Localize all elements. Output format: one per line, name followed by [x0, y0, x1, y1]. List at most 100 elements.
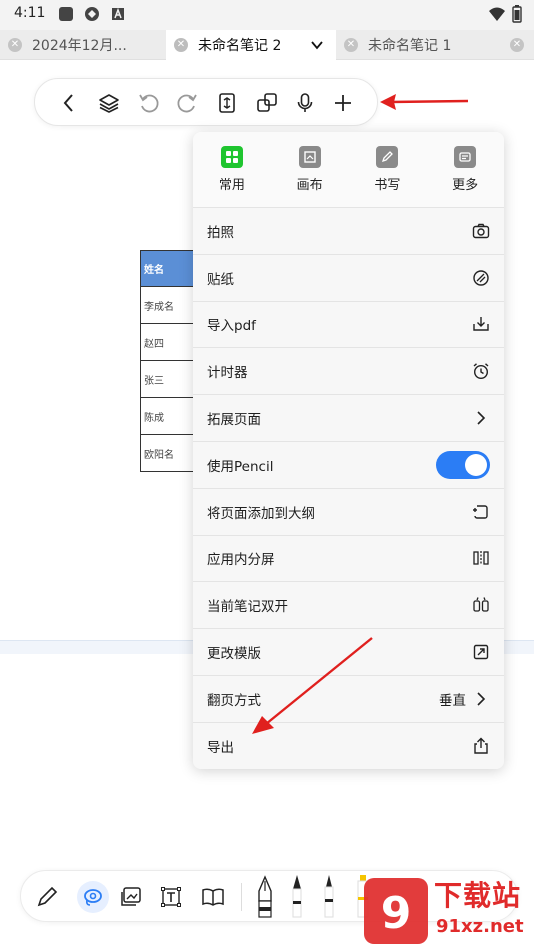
canvas-icon: [298, 146, 321, 168]
ballpoint-pen-icon: [292, 875, 302, 918]
menu-item-sticker[interactable]: 贴纸: [193, 254, 504, 302]
back-button[interactable]: [57, 91, 81, 115]
layers-button[interactable]: [97, 91, 121, 115]
chevron-down-icon[interactable]: [310, 38, 324, 52]
copy-button[interactable]: [255, 91, 279, 115]
close-icon[interactable]: ✕: [344, 38, 358, 52]
fountain-pen-icon: [258, 875, 272, 918]
toggle-knob: [465, 453, 487, 476]
tab-untitled-2[interactable]: ✕ 未命名笔记 2: [166, 30, 336, 60]
fountain-pen-button[interactable]: [253, 875, 277, 919]
menu-item-import-pdf[interactable]: 导入pdf: [193, 301, 504, 349]
menu-item-extend-page[interactable]: 拓展页面: [193, 395, 504, 442]
import-icon: [473, 317, 489, 332]
table-row: 欧阳名: [141, 435, 200, 472]
text-box-icon: [161, 887, 181, 907]
alarm-icon: [473, 363, 489, 380]
menu-item-add-to-outline[interactable]: 将页面添加到大纲: [193, 488, 504, 536]
pencil-toggle[interactable]: [436, 450, 490, 479]
menu-item-use-pencil[interactable]: 使用Pencil: [193, 441, 504, 489]
redo-icon: [177, 94, 197, 113]
outline-add-icon: [473, 504, 488, 519]
menu-item-label: 导入pdf: [207, 318, 256, 335]
undo-button[interactable]: [137, 91, 161, 115]
tab-overflow[interactable]: ✕: [502, 30, 534, 60]
ballpoint-pen-button[interactable]: [287, 873, 311, 919]
status-time: 4:11: [14, 5, 46, 21]
svg-text:9: 9: [381, 888, 412, 939]
menu-item-dual-open[interactable]: 当前笔记双开: [193, 582, 504, 630]
menu-item-label: 拍照: [207, 224, 234, 241]
menu-item-label: 使用Pencil: [207, 458, 274, 475]
page-button[interactable]: [215, 91, 239, 115]
camera-icon: [472, 223, 490, 239]
watermark: 9 下载站 91xz.net: [356, 872, 534, 950]
menu-item-label: 导出: [207, 740, 234, 757]
table-row: 张三: [141, 361, 200, 398]
layers-icon: [99, 94, 119, 113]
watermark-url: 91xz.net: [436, 916, 524, 937]
menu-item-label: 应用内分屏: [207, 552, 275, 569]
text-tool-button[interactable]: [159, 885, 183, 909]
menu-item-photo[interactable]: 拍照: [193, 208, 504, 255]
marker-pen-button[interactable]: [319, 873, 343, 919]
annotation-arrow-top: [380, 94, 469, 110]
add-button[interactable]: [331, 91, 355, 115]
tab-untitled-1[interactable]: ✕ 未命名笔记 1: [336, 30, 502, 60]
menu-item-label: 当前笔记双开: [207, 599, 288, 616]
tab-bar: ✕ 2024年12月... ✕ 未命名笔记 2 ✕ 未命名笔记 1 ✕: [0, 30, 534, 60]
copy-icon: [257, 93, 277, 112]
table-row: 李成名: [141, 287, 200, 324]
table-row: 赵四: [141, 324, 200, 361]
menu-categories: 常用 画布 书写 更多: [193, 132, 504, 208]
microphone-button[interactable]: [293, 91, 317, 115]
menu-item-label: 计时器: [207, 365, 248, 382]
more-icon: [454, 146, 477, 168]
category-more[interactable]: 更多: [426, 132, 504, 207]
book-tool-button[interactable]: [201, 885, 225, 909]
lasso-icon: [84, 889, 102, 906]
close-icon[interactable]: ✕: [510, 38, 524, 52]
category-common[interactable]: 常用: [193, 132, 271, 207]
annotation-arrow-export: [252, 637, 373, 734]
close-icon[interactable]: ✕: [174, 38, 188, 52]
status-bar: 4:11: [0, 0, 534, 30]
redo-button[interactable]: [175, 91, 199, 115]
image-tool-button[interactable]: [119, 885, 143, 909]
sync-icon: [85, 7, 99, 21]
book-icon: [202, 888, 224, 906]
menu-item-split-screen[interactable]: 应用内分屏: [193, 535, 504, 583]
menu-item-label: 拓展页面: [207, 412, 261, 429]
menu-item-label: 贴纸: [207, 271, 234, 288]
tab-2024[interactable]: ✕ 2024年12月...: [0, 30, 166, 60]
category-writing[interactable]: 书写: [349, 132, 427, 207]
dual-open-icon: [473, 597, 489, 612]
image-icon: [121, 887, 141, 906]
background-table: 姓名 李成名 赵四 张三 陈成 欧阳名: [140, 250, 200, 472]
close-icon[interactable]: ✕: [8, 38, 22, 52]
battery-icon: [512, 5, 522, 23]
category-canvas[interactable]: 画布: [271, 132, 349, 207]
sticker-icon: [473, 269, 489, 286]
menu-item-label: 将页面添加到大纲: [207, 505, 315, 522]
font-icon: [112, 7, 124, 20]
lasso-tool-button[interactable]: [77, 881, 109, 913]
microphone-icon: [297, 93, 313, 112]
category-label: 更多: [452, 178, 479, 193]
chevron-right-icon: [477, 411, 486, 425]
tab-label: 2024年12月...: [32, 38, 127, 54]
toolbar-divider: [241, 883, 242, 911]
watermark-text: 下载站: [434, 879, 522, 912]
pencil-icon: [37, 886, 58, 907]
page-size-icon: [219, 93, 235, 113]
pen-icon: [376, 146, 399, 168]
table-header: 姓名: [141, 250, 200, 287]
category-label: 常用: [218, 178, 245, 193]
pen-tool-button[interactable]: [35, 885, 59, 909]
category-label: 书写: [374, 178, 401, 193]
category-label: 画布: [296, 178, 323, 193]
app-icon: [59, 7, 73, 21]
wifi-icon: [489, 7, 505, 21]
table-row: 陈成: [141, 398, 200, 435]
menu-item-timer[interactable]: 计时器: [193, 348, 504, 396]
